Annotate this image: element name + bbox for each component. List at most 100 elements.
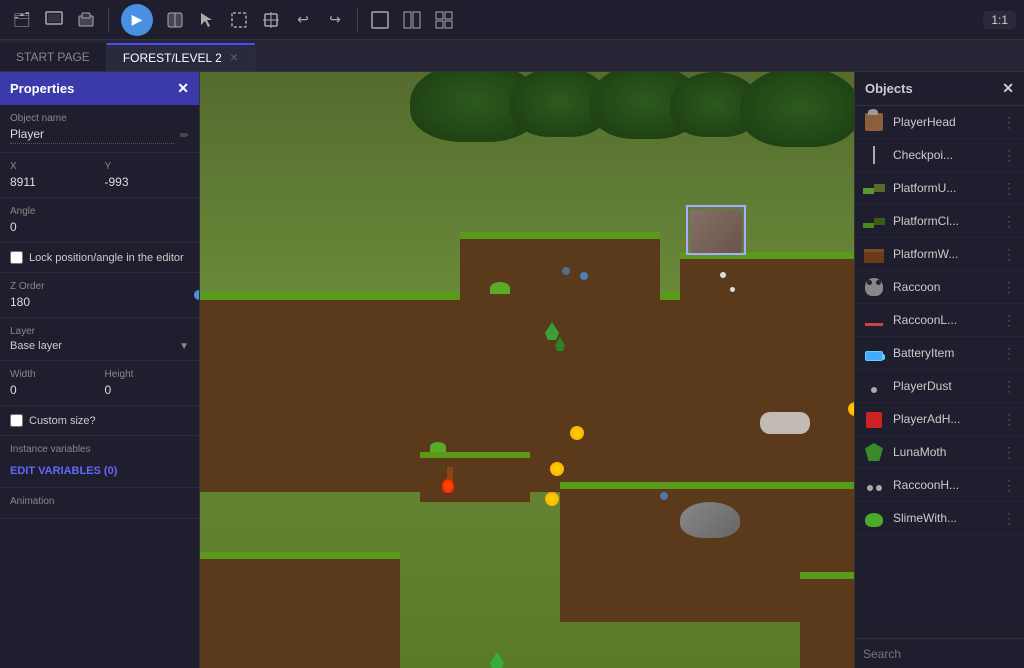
lock-checkbox[interactable] — [10, 251, 23, 264]
toolbar-icon-redo[interactable]: ↪ — [321, 6, 349, 34]
object-item-platformw[interactable]: PlatformW... ⋮ — [855, 238, 1024, 271]
object-item-playeradh[interactable]: PlayerAdH... ⋮ — [855, 403, 1024, 436]
platformw-menu[interactable]: ⋮ — [1002, 246, 1016, 263]
playerhead-icon — [863, 111, 885, 133]
edit-vars-button[interactable]: EDIT VARIABLES (0) — [10, 465, 117, 477]
playerdust-menu[interactable]: ⋮ — [1002, 378, 1016, 395]
toolbar-icon-files[interactable]: 🗂 — [8, 6, 36, 34]
prop-zorder: Z Order 180 — [0, 273, 199, 318]
toolbar-icon-build[interactable] — [161, 6, 189, 34]
object-item-slimewith[interactable]: SlimeWith... ⋮ — [855, 502, 1024, 535]
toolbar-icon-grid3[interactable] — [430, 6, 458, 34]
platformu-menu[interactable]: ⋮ — [1002, 180, 1016, 197]
toolbar-icon-pointer[interactable] — [193, 6, 221, 34]
torch-1 — [445, 467, 454, 493]
raccoon-sprite[interactable] — [680, 502, 740, 538]
animation-label: Animation — [10, 496, 189, 507]
toolbar-icon-obj[interactable] — [72, 6, 100, 34]
toolbar-icon-select[interactable] — [225, 6, 253, 34]
toolbar-icon-grid1[interactable] — [366, 6, 394, 34]
properties-title: Properties — [10, 81, 74, 96]
object-item-raccoonal[interactable]: RaccoonL... ⋮ — [855, 304, 1024, 337]
layer-value[interactable]: Base layer — [10, 340, 175, 352]
prop-instance-vars: Instance variables EDIT VARIABLES (0) — [0, 436, 199, 488]
prop-animation: Animation — [0, 488, 199, 519]
objects-close[interactable]: ✕ — [1002, 80, 1014, 97]
properties-panel: Properties ✕ Object name ✏ X 8911 Y -993 — [0, 72, 200, 668]
grass-deco-2 — [430, 442, 446, 452]
toolbar-sep-1 — [108, 8, 109, 32]
platformcl-icon — [863, 210, 885, 232]
object-item-checkpoint[interactable]: Checkpoi... ⋮ — [855, 139, 1024, 172]
object-item-raccoonh[interactable]: RaccoonH... ⋮ — [855, 469, 1024, 502]
angle-value: 0 — [10, 220, 189, 234]
tab-forest[interactable]: FOREST/LEVEL 2 ✕ — [107, 43, 255, 71]
platformcl-menu[interactable]: ⋮ — [1002, 213, 1016, 230]
object-item-playerdust[interactable]: PlayerDust ⋮ — [855, 370, 1024, 403]
grass-deco-1 — [490, 282, 510, 294]
layer-row: Base layer ▼ — [10, 340, 189, 352]
game-canvas-area[interactable] — [200, 72, 854, 668]
zoom-label: 1:1 — [991, 13, 1008, 27]
play-button[interactable]: ▶ — [121, 4, 153, 36]
playeradh-menu[interactable]: ⋮ — [1002, 411, 1016, 428]
objects-list: PlayerHead ⋮ Checkpoi... ⋮ PlatformU... … — [855, 106, 1024, 638]
raccoon-name: Raccoon — [893, 280, 994, 294]
raccoonal-icon — [863, 309, 885, 331]
slimewith-name: SlimeWith... — [893, 511, 994, 525]
prop-customsize: Custom size? — [0, 406, 199, 436]
tab-start[interactable]: START PAGE — [0, 43, 107, 71]
tab-start-label: START PAGE — [16, 50, 90, 64]
raccoon-icon — [863, 276, 885, 298]
lunamoth-icon — [863, 441, 885, 463]
coin-3 — [545, 492, 559, 506]
toolbar-icon-move[interactable] — [257, 6, 285, 34]
lock-checkbox-label[interactable]: Lock position/angle in the editor — [10, 251, 189, 264]
object-item-raccoon[interactable]: Raccoon ⋮ — [855, 271, 1024, 304]
lunamoth-menu[interactable]: ⋮ — [1002, 444, 1016, 461]
raccoon-menu[interactable]: ⋮ — [1002, 279, 1016, 296]
raccoonh-menu[interactable]: ⋮ — [1002, 477, 1016, 494]
cloud-1 — [760, 412, 810, 434]
battery-menu[interactable]: ⋮ — [1002, 345, 1016, 362]
object-name-input[interactable] — [10, 127, 174, 144]
particle-white-1 — [720, 272, 726, 278]
layer-arrow-icon[interactable]: ▼ — [179, 341, 189, 352]
tree-5 — [740, 72, 854, 147]
object-item-platformcl[interactable]: PlatformCl... ⋮ — [855, 205, 1024, 238]
properties-close[interactable]: ✕ — [177, 80, 189, 97]
objects-search-input[interactable] — [863, 647, 1018, 661]
object-item-platformu[interactable]: PlatformU... ⋮ — [855, 172, 1024, 205]
x-value: 8911 — [10, 175, 95, 189]
prop-wh: Width 0 Height 0 — [0, 361, 199, 406]
platform-ground-left — [200, 552, 400, 668]
tab-forest-close[interactable]: ✕ — [230, 53, 238, 64]
object-name-label: Object name — [10, 113, 189, 124]
raccoonal-menu[interactable]: ⋮ — [1002, 312, 1016, 329]
prop-lock: Lock position/angle in the editor — [0, 243, 199, 273]
checkpoint-icon — [863, 144, 885, 166]
particle-white-2 — [730, 287, 735, 292]
objects-title: Objects — [865, 81, 913, 96]
platform-right — [680, 252, 854, 312]
checkpoint-menu[interactable]: ⋮ — [1002, 147, 1016, 164]
platform-mid — [460, 232, 660, 312]
width-value: 0 — [10, 383, 95, 397]
platformu-icon — [863, 177, 885, 199]
battery-icon — [863, 342, 885, 364]
toolbar-icon-scene[interactable] — [40, 6, 68, 34]
playerhead-menu[interactable]: ⋮ — [1002, 114, 1016, 131]
object-item-lunamoth[interactable]: LunaMoth ⋮ — [855, 436, 1024, 469]
object-item-battery[interactable]: BatteryItem ⋮ — [855, 337, 1024, 370]
toolbar-icon-grid2[interactable] — [398, 6, 426, 34]
edit-name-icon[interactable]: ✏ — [180, 129, 189, 142]
toolbar-icon-undo[interactable]: ↩ — [289, 6, 317, 34]
object-item-playerhead[interactable]: PlayerHead ⋮ — [855, 106, 1024, 139]
slimewith-menu[interactable]: ⋮ — [1002, 510, 1016, 527]
customsize-checkbox-label[interactable]: Custom size? — [10, 414, 189, 427]
object-name-value: ✏ — [10, 127, 189, 144]
angle-label: Angle — [10, 206, 189, 217]
prop-xy: X 8911 Y -993 — [0, 153, 199, 198]
y-label: Y — [105, 161, 190, 172]
customsize-checkbox[interactable] — [10, 414, 23, 427]
